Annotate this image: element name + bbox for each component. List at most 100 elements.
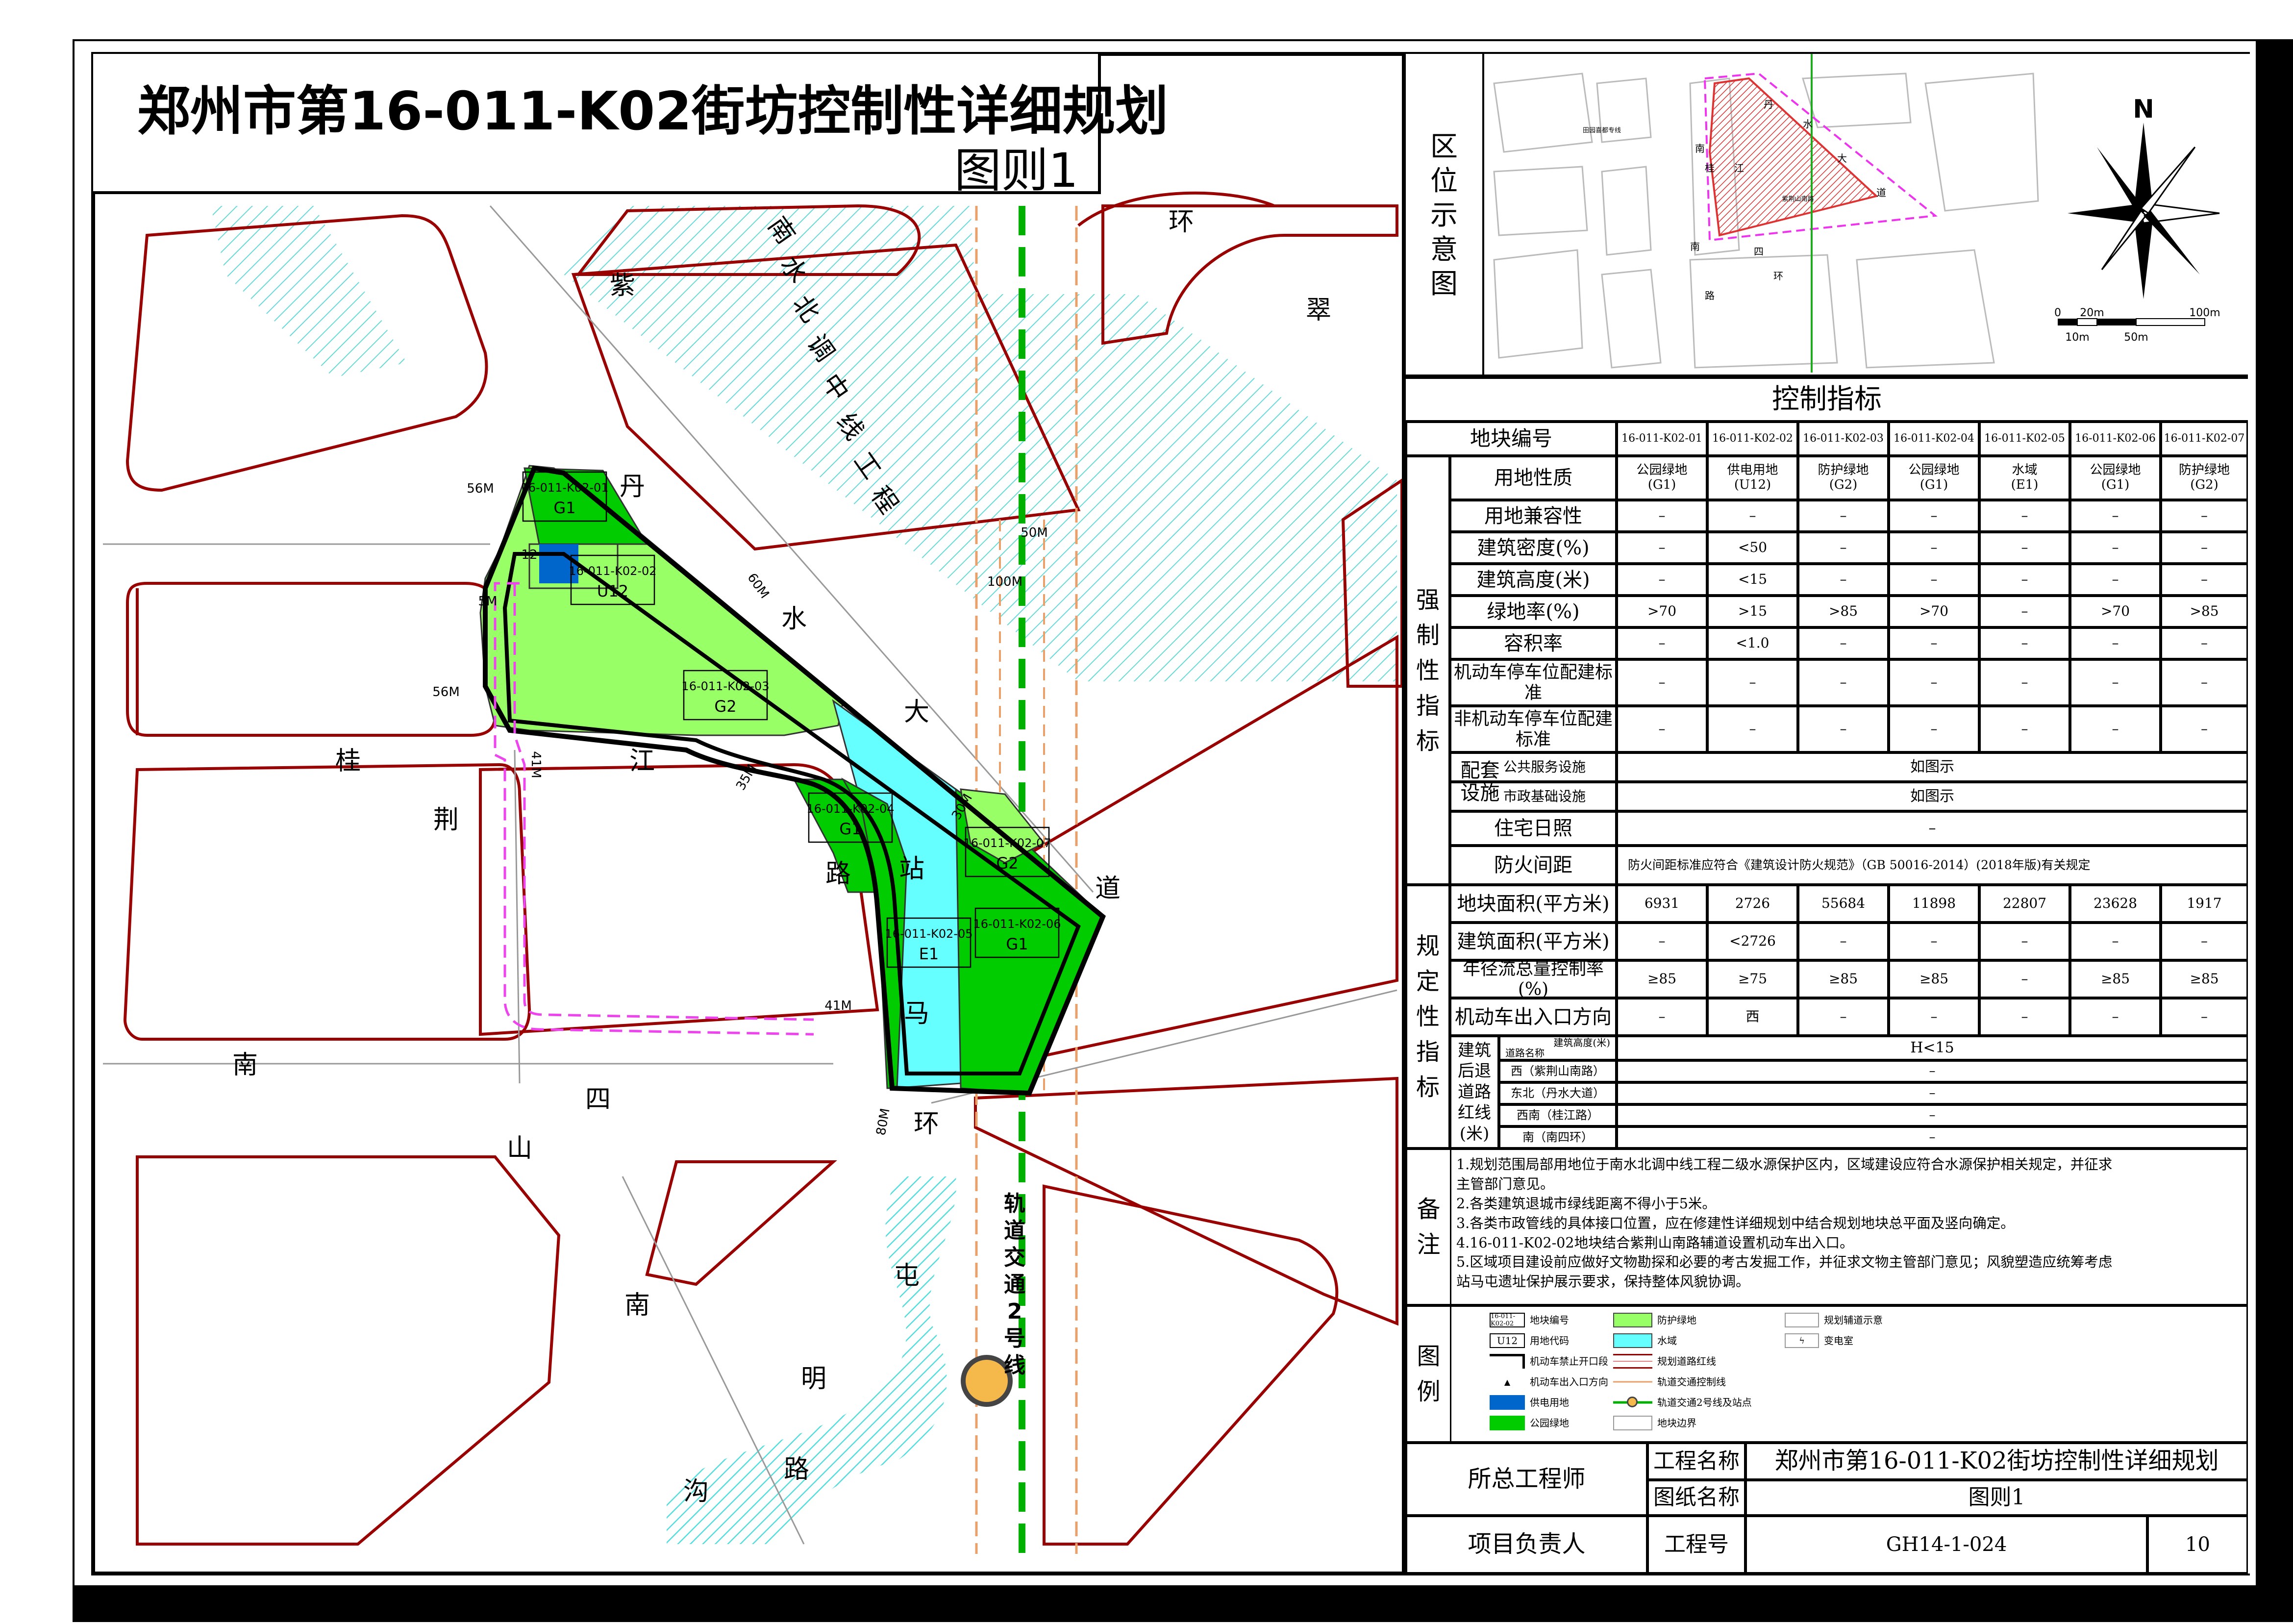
mandatory-value: >70 xyxy=(1889,596,1979,627)
road-label-danshui: 丹 xyxy=(620,472,645,501)
road-width-label: 100M xyxy=(987,575,1022,589)
mandatory-row-label: 容积率 xyxy=(1450,627,1617,659)
mandatory-value: 防护绿地 (G2) xyxy=(1798,456,1889,500)
mandatory-value: >15 xyxy=(1707,596,1798,627)
road-label-shan: 山 xyxy=(507,1134,532,1163)
title-box: 郑州市第16-011-K02街坊控制性详细规划 图则1 xyxy=(93,54,1168,198)
legend-item: 机动车出入口方向 xyxy=(1530,1376,1608,1388)
normative-value: 2726 xyxy=(1707,885,1798,923)
mandatory-value: – xyxy=(1617,564,1707,596)
legend-item: 地块编号 xyxy=(1530,1314,1569,1326)
north-arrow-icon: N 0 20m 100m 10m 50m xyxy=(2054,95,2220,344)
block-code-header: 16-011-K02-03 xyxy=(1798,422,1889,456)
normative-value: ≥85 xyxy=(1617,960,1707,998)
mandatory-row-label: 建筑高度(米) xyxy=(1450,564,1617,596)
normative-value: 22807 xyxy=(1979,885,2070,923)
road-label-danshui: 水 xyxy=(781,604,807,634)
mandatory-value: – xyxy=(2070,532,2161,564)
legend-item: 规划道路红线 xyxy=(1657,1355,1716,1367)
road-label-guijiang: 江 xyxy=(629,747,655,776)
parcel-code: 16-011-K02-03 xyxy=(681,679,769,693)
mandatory-value: – xyxy=(1617,706,1707,752)
parcel-type: G1 xyxy=(839,820,861,838)
road-label-huancui: 环 xyxy=(1169,207,1194,237)
normative-value: ≥85 xyxy=(1798,960,1889,998)
legend-swatch: ▲ xyxy=(1504,1377,1511,1387)
block-code-label: 地块编号 xyxy=(1406,422,1617,456)
mandatory-value: – xyxy=(2070,706,2161,752)
mandatory-value: 防护绿地 (G2) xyxy=(2161,456,2248,500)
road-label-danshui: 道 xyxy=(1095,874,1121,903)
station-icon xyxy=(1627,1397,1638,1407)
mandatory-row-label: 机动车停车位配建标准 xyxy=(1450,659,1617,706)
parcel-code: 16-011-K02-05 xyxy=(885,927,972,941)
mandatory-value: 公园绿地 (G1) xyxy=(2070,456,2161,500)
mandatory-value: 公园绿地 (G1) xyxy=(1889,456,1979,500)
mandatory-value: 水域 (E1) xyxy=(1979,456,2070,500)
mandatory-value: – xyxy=(1889,500,1979,532)
facility-group-label: 配套 设施 xyxy=(1450,752,1509,811)
mandatory-value: – xyxy=(1979,532,2070,564)
road-label-nanming: 沟 xyxy=(683,1477,709,1506)
normative-value: – xyxy=(1617,923,1707,960)
road-label-guijiang: 路 xyxy=(825,859,851,889)
mandatory-value: – xyxy=(2070,659,2161,706)
parcel-type: U12 xyxy=(597,582,628,600)
mandatory-value: 供电用地 (U12) xyxy=(1707,456,1798,500)
note-line: 3.各类市政管线的具体接口位置，应在修建性详细规划中结合规划地块总平面及竖向确定… xyxy=(1456,1215,2015,1231)
project-name-value: 郑州市第16-011-K02街坊控制性详细规划 xyxy=(1745,1444,2246,1480)
block-code-header: 16-011-K02-06 xyxy=(2070,422,2161,456)
note-line: 主管部门意见。 xyxy=(1456,1175,1554,1192)
mandatory-value: – xyxy=(1707,706,1798,752)
mandatory-value: – xyxy=(1617,659,1707,706)
legend-swatch xyxy=(1613,1374,1652,1389)
drawing-name-value: 图则1 xyxy=(1745,1480,2246,1516)
parcel-code: 16-011-K02-04 xyxy=(806,802,894,816)
road-width-label: 41M xyxy=(824,999,852,1013)
road-label-zhanmatun: 马 xyxy=(904,999,929,1028)
legend-swatch: ϟ xyxy=(1785,1333,1819,1348)
mandatory-value: – xyxy=(1707,500,1798,532)
mandatory-value: – xyxy=(1798,706,1889,752)
note-line: 站马屯遗址保护展示要求，保持整体风貌协调。 xyxy=(1456,1274,1750,1290)
mandatory-value: – xyxy=(1889,706,1979,752)
control-heading: 控制指标 xyxy=(1406,377,2248,422)
scale-label: 0 xyxy=(2054,307,2061,319)
block-code-header: 16-011-K02-05 xyxy=(1979,422,2070,456)
normative-row-label: 建筑面积(平方米) xyxy=(1450,923,1617,960)
block-code-header: 16-011-K02-02 xyxy=(1707,422,1798,456)
notes-section: 备 注 1.规划范围局部用地位于南水北调中线工程二级水源保护区内，区域建设应符合水… xyxy=(1406,1149,2248,1305)
mandatory-value: – xyxy=(1979,564,2070,596)
legend-swatch xyxy=(1613,1354,1652,1369)
facility-value: 如图示 xyxy=(1617,782,2248,811)
mandatory-value: – xyxy=(1617,627,1707,659)
normative-row-label: 年径流总量控制率(%) xyxy=(1450,959,1617,999)
normative-value: – xyxy=(2161,998,2248,1036)
normative-value: – xyxy=(1889,923,1979,960)
mandatory-row-label: 建筑密度(%) xyxy=(1450,532,1617,564)
rail-label: 号 xyxy=(1004,1326,1025,1351)
setback-road: 西（紫荆山南路） xyxy=(1499,1060,1617,1082)
road-label-zhanmatun: 屯 xyxy=(894,1261,920,1291)
road-label-nansihuan: 南 xyxy=(232,1050,258,1080)
normative-value: ≥75 xyxy=(1707,960,1798,998)
setback-road: 西南（桂江路） xyxy=(1499,1104,1617,1126)
normative-value: 6931 xyxy=(1617,885,1707,923)
normative-group-label: 规 定 性 指 标 xyxy=(1406,885,1450,1149)
road-label-jingshan: 荆 xyxy=(433,805,459,835)
setback-head: 道路名称 建筑高度(米) xyxy=(1499,1036,1617,1060)
normative-value: 西 xyxy=(1707,998,1798,1036)
legend-label: 图 例 xyxy=(1407,1307,1451,1441)
legend-section: 图 例 16-011-K02-02 地块编号 U12 用地代码 机动车禁止开口段 ▲ 机动车出… xyxy=(1406,1305,2248,1443)
block-code-header: 16-011-K02-04 xyxy=(1889,422,1979,456)
location-map-label: 丹 xyxy=(1764,99,1773,110)
location-map-label: 桂 xyxy=(1705,162,1715,174)
mandatory-value: – xyxy=(1979,627,2070,659)
legend-swatch xyxy=(1613,1416,1652,1430)
mandatory-value: – xyxy=(2161,532,2248,564)
location-map-label: 四 xyxy=(1754,246,1764,257)
note-line: 4.16-011-K02-02地块结合紫荆山南路辅道设置机动车出入口。 xyxy=(1456,1234,1854,1251)
legend-swatch xyxy=(1490,1354,1525,1369)
setback-value: – xyxy=(1617,1104,2248,1126)
legend-item: 地块边界 xyxy=(1657,1417,1696,1429)
